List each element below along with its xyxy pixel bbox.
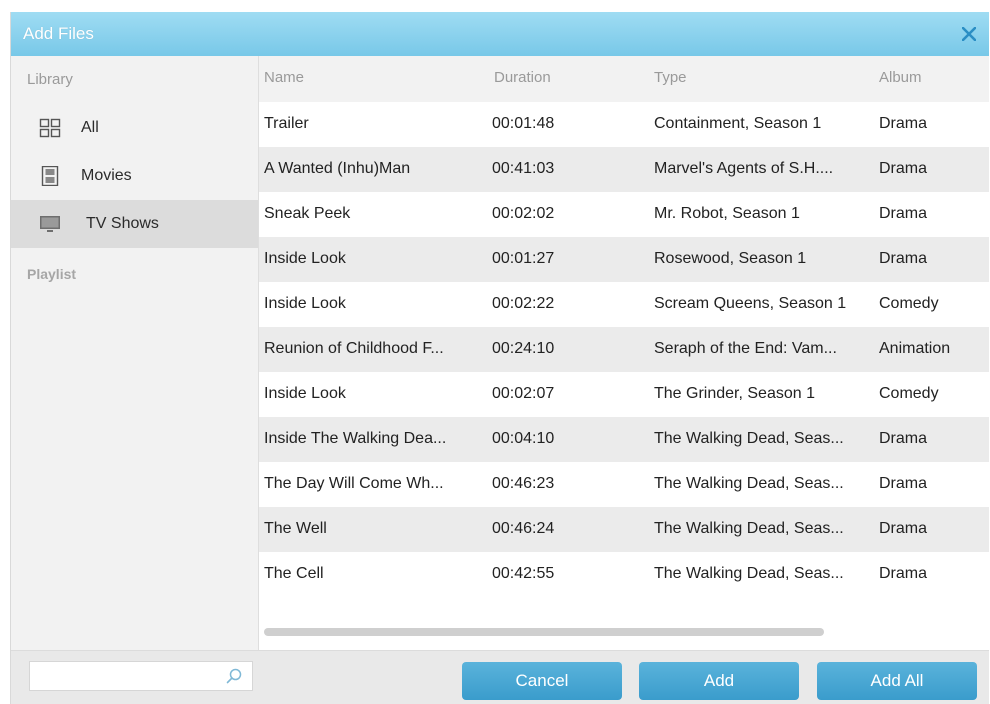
column-header-duration[interactable]: Duration [494,69,551,86]
file-type: Containment, Season 1 [654,115,822,132]
table-header: Name Duration Type Album [259,56,989,102]
dialog-title: Add Files [23,24,94,43]
file-album: Comedy [879,385,939,402]
table-row[interactable]: Inside Look 00:01:27 Rosewood, Season 1 Dra… [259,237,989,282]
file-name: Sneak Peek [264,205,351,222]
file-album: Animation [879,340,951,357]
table-row[interactable]: A Wanted (Inhu)Man 00:41:03 Marvel's Agent… [259,147,989,192]
file-type: Marvel's Agents of S.H.... [654,160,834,177]
file-type: The Walking Dead, Seas... [654,520,844,537]
close-button[interactable] [955,20,983,48]
file-duration: 00:46:23 [492,475,555,492]
file-type: Mr. Robot, Season 1 [654,205,800,222]
file-duration: 00:01:48 [492,115,555,132]
file-table: Name Duration Type Album Trailer 00:01:48… [259,56,989,650]
table-row[interactable]: Inside Look 00:02:07 The Grinder, Season 1… [259,372,989,417]
table-row[interactable]: Sneak Peek 00:02:02 Mr. Robot, Season 1 Dra… [259,192,989,237]
table-row[interactable]: Inside Look 00:02:22 Scream Queens, Season… [259,282,989,327]
search-input[interactable] [36,666,220,688]
file-duration: 00:04:10 [492,430,555,447]
file-name: A Wanted (Inhu)Man [264,160,411,177]
file-type: The Walking Dead, Seas... [654,430,844,447]
monitor-icon [40,216,60,232]
sidebar-item-label: Movies [81,167,132,184]
cancel-button[interactable]: Cancel [462,662,622,700]
playlist-heading[interactable]: Playlist [27,266,76,282]
horizontal-scrollbar[interactable] [264,628,824,636]
add-button[interactable]: Add [639,662,799,700]
grid-icon [39,118,61,138]
sidebar: Library All Movies TV Shows Playlist [11,56,259,650]
add-all-button[interactable]: Add All [817,662,977,700]
file-name: Inside Look [264,385,346,402]
file-duration: 00:01:27 [492,250,555,267]
sidebar-item-all[interactable]: All [11,104,258,152]
add-files-dialog: Add Files Library All Movies TV Shows Pl… [10,12,989,704]
file-type: The Walking Dead, Seas... [654,475,844,492]
file-name: Inside The Walking Dea... [264,430,447,447]
sidebar-item-label: TV Shows [86,215,159,232]
file-name: Inside Look [264,250,346,267]
file-type: Scream Queens, Season 1 [654,295,847,312]
file-album: Drama [879,115,928,132]
title-bar: Add Files [11,12,989,56]
file-duration: 00:42:55 [492,565,555,582]
footer-bar: Cancel Add Add All [11,650,989,704]
search-icon[interactable] [226,668,242,684]
file-name: Reunion of Childhood F... [264,340,444,357]
file-duration: 00:41:03 [492,160,555,177]
table-row[interactable]: Inside The Walking Dea... 00:04:10 The Wal… [259,417,989,462]
file-type: Rosewood, Season 1 [654,250,807,267]
search-box[interactable] [29,661,253,691]
library-heading: Library [27,71,73,88]
column-header-type[interactable]: Type [654,69,687,86]
file-album: Drama [879,475,928,492]
file-album: Drama [879,520,928,537]
file-type: The Walking Dead, Seas... [654,565,844,582]
file-duration: 00:46:24 [492,520,555,537]
file-album: Comedy [879,295,939,312]
file-name: The Day Will Come Wh... [264,475,444,492]
sidebar-item-movies[interactable]: Movies [11,152,258,200]
file-album: Drama [879,565,928,582]
file-album: Drama [879,160,928,177]
file-album: Drama [879,250,928,267]
file-album: Drama [879,205,928,222]
column-header-name[interactable]: Name [264,69,304,86]
file-duration: 00:02:07 [492,385,555,402]
table-row[interactable]: Reunion of Childhood F... 00:24:10 Seraph … [259,327,989,372]
file-duration: 00:02:22 [492,295,555,312]
film-icon [41,166,59,186]
table-row[interactable]: The Day Will Come Wh... 00:46:23 The Walki… [259,462,989,507]
file-duration: 00:24:10 [492,340,555,357]
file-type: The Grinder, Season 1 [654,385,815,402]
sidebar-item-label: All [81,119,99,136]
file-name: The Cell [264,565,324,582]
file-name: The Well [264,520,327,537]
file-type: Seraph of the End: Vam... [654,340,837,357]
file-name: Inside Look [264,295,346,312]
table-row[interactable]: Trailer 00:01:48 Containment, Season 1 Dram… [259,102,989,147]
column-header-album[interactable]: Album [879,69,922,86]
table-row[interactable]: The Cell 00:42:55 The Walking Dead, Seas..… [259,552,989,597]
file-name: Trailer [264,115,309,132]
sidebar-item-tv-shows[interactable]: TV Shows [11,200,258,248]
file-duration: 00:02:02 [492,205,555,222]
close-icon [962,27,976,41]
file-album: Drama [879,430,928,447]
table-row[interactable]: The Well 00:46:24 The Walking Dead, Seas..… [259,507,989,552]
